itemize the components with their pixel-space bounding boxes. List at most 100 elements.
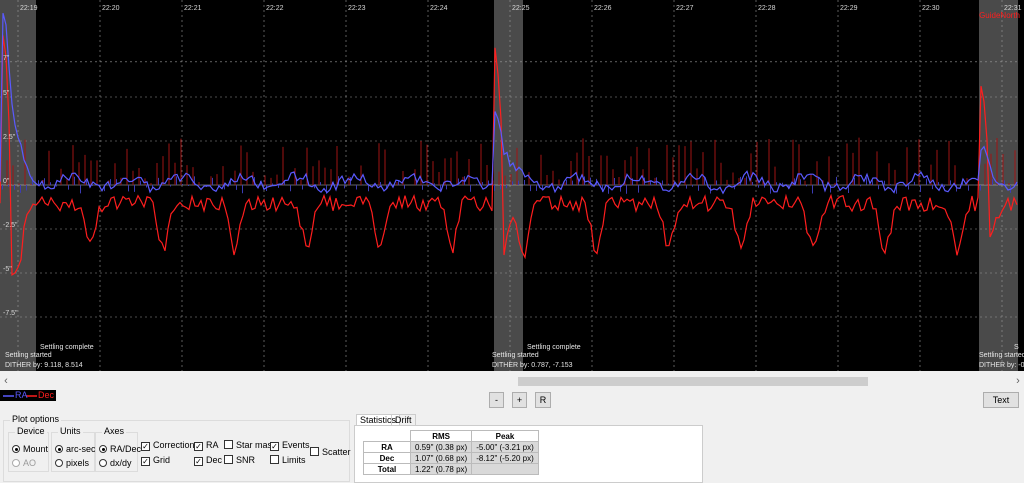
table-header-row: RMS Peak	[363, 430, 539, 442]
radio-unselected-icon	[55, 459, 63, 467]
zoom-in-button[interactable]: +	[512, 392, 527, 408]
time-label: 22:24	[430, 5, 448, 12]
dither-label: DITHER by: -0	[979, 362, 1024, 369]
scroll-left-icon[interactable]: ‹	[0, 374, 12, 388]
units-arcsec-label: arc-sec	[66, 444, 96, 454]
time-label: 22:26	[594, 5, 612, 12]
settling-started-label: Settling started	[492, 352, 539, 359]
checkmark-icon: ✓	[141, 457, 150, 466]
events-checkbox[interactable]: ✓ Events	[270, 440, 310, 451]
limits-label: Limits	[282, 455, 306, 465]
scatter-label: Scatter	[322, 447, 351, 457]
corrections-label: Corrections	[153, 440, 200, 450]
grid-checkbox[interactable]: ✓ Grid	[141, 455, 170, 466]
time-label: 22:23	[348, 5, 366, 12]
axes-radec-radio[interactable]: RA/Dec	[99, 444, 141, 455]
text-button[interactable]: Text	[983, 392, 1019, 408]
value-label: 5"	[3, 90, 10, 97]
checkbox-empty-icon	[224, 455, 233, 464]
rms-value: 1.22" (0.78 px)	[409, 463, 473, 475]
peak-value: -8.12" (-5.20 px)	[471, 452, 539, 464]
checkbox-empty-icon	[270, 455, 279, 464]
device-ao-label: AO	[23, 458, 37, 468]
rms-value: 1.07" (0.68 px)	[409, 452, 473, 464]
zoom-out-button[interactable]: -	[489, 392, 504, 408]
row-label: Dec	[363, 452, 411, 464]
value-label: 0"	[3, 178, 10, 185]
axes-dxdy-radio[interactable]: dx/dy	[99, 458, 132, 469]
guide-direction-label: GuideNorth	[979, 11, 1020, 20]
time-label: 22:29	[840, 5, 858, 12]
axes-radec-label: RA/Dec	[110, 444, 142, 454]
table-row: Dec 1.07" (0.68 px) -8.12" (-5.20 px)	[363, 452, 539, 464]
checkbox-empty-icon	[310, 447, 319, 456]
snr-checkbox[interactable]: SNR	[224, 455, 255, 466]
checkmark-icon: ✓	[270, 442, 279, 451]
table-row: RA 0.59" (0.38 px) -5.00" (-3.21 px)	[363, 441, 539, 453]
legend-ra-label: RA	[15, 390, 28, 400]
scroll-track[interactable]	[12, 374, 1012, 388]
checkbox-empty-icon	[224, 440, 233, 449]
statistics-table: RMS Peak RA 0.59" (0.38 px) -5.00" (-3.2…	[363, 430, 539, 475]
time-label: 22:20	[102, 5, 120, 12]
table-header-cell: Peak	[471, 430, 539, 442]
value-label: -5"	[3, 266, 12, 273]
radio-selected-icon	[99, 445, 107, 453]
value-label: -7.5"	[3, 310, 18, 317]
units-caption: Units	[58, 426, 83, 436]
peak-value	[471, 463, 539, 475]
horizontal-scrollbar[interactable]: ‹ ›	[0, 374, 1024, 388]
statistics-panel: RMS Peak RA 0.59" (0.38 px) -5.00" (-3.2…	[354, 425, 703, 483]
limits-checkbox[interactable]: Limits	[270, 455, 306, 466]
table-header-cell: RMS	[409, 430, 473, 442]
time-label: 22:21	[184, 5, 202, 12]
radio-selected-icon	[12, 445, 20, 453]
legend-dec-label: Dec	[38, 390, 55, 400]
star-mass-checkbox[interactable]: Star mass	[224, 440, 277, 451]
device-mount-radio[interactable]: Mount	[12, 444, 48, 455]
units-arcsec-radio[interactable]: arc-sec	[55, 444, 96, 455]
time-label: 22:22	[266, 5, 284, 12]
time-label: 22:25	[512, 5, 530, 12]
settling-complete-label: Settling complete	[40, 344, 94, 351]
device-caption: Device	[15, 426, 47, 436]
settling-started-label: Settling started	[5, 352, 52, 359]
radio-selected-icon	[55, 445, 63, 453]
value-label: 2.5"	[3, 134, 16, 141]
ra-checkbox[interactable]: ✓ RA	[194, 440, 219, 451]
scroll-right-icon[interactable]: ›	[1012, 374, 1024, 388]
corrections-checkbox[interactable]: ✓ Corrections	[141, 440, 199, 451]
dither-label: DITHER by: 0.787, -7.153	[492, 362, 573, 369]
device-mount-label: Mount	[23, 444, 49, 454]
table-row: Total 1.22" (0.78 px)	[363, 463, 539, 475]
scroll-thumb[interactable]	[518, 377, 868, 386]
dec-checkbox[interactable]: ✓ Dec	[194, 455, 222, 466]
dec-label: Dec	[206, 455, 223, 465]
ra-label: RA	[206, 440, 219, 450]
dither-label: DITHER by: 9.118, 8.514	[5, 362, 83, 369]
value-label: 7"	[3, 55, 10, 62]
reset-button[interactable]: R	[535, 392, 551, 408]
value-label: -2.5"	[3, 222, 18, 229]
units-pixels-radio[interactable]: pixels	[55, 458, 89, 469]
settling-complete-label: Settling complete	[527, 344, 581, 351]
checkmark-icon: ✓	[194, 442, 203, 451]
time-label: 22:19	[20, 5, 38, 12]
axes-caption: Axes	[102, 426, 127, 436]
scatter-checkbox[interactable]: Scatter	[310, 447, 351, 458]
time-label: 22:28	[758, 5, 776, 12]
settling-complete-label: S	[1014, 344, 1019, 351]
grid-label: Grid	[153, 455, 171, 465]
units-pixels-label: pixels	[66, 458, 90, 468]
table-header-cell	[363, 430, 411, 442]
events-label: Events	[282, 440, 310, 450]
row-label: Total	[363, 463, 411, 475]
device-ao-radio[interactable]: AO	[12, 458, 36, 469]
trace-legend: RA Dec	[0, 390, 56, 401]
checkmark-icon: ✓	[141, 442, 150, 451]
guide-graph[interactable]: 22:19 22:20 22:21 22:22 22:23 22:24 22:25 22:26…	[0, 0, 1024, 371]
peak-value: -5.00" (-3.21 px)	[471, 441, 539, 453]
snr-label: SNR	[236, 455, 256, 465]
settling-started-label: Settling started	[979, 352, 1024, 359]
radio-unselected-icon	[12, 459, 20, 467]
